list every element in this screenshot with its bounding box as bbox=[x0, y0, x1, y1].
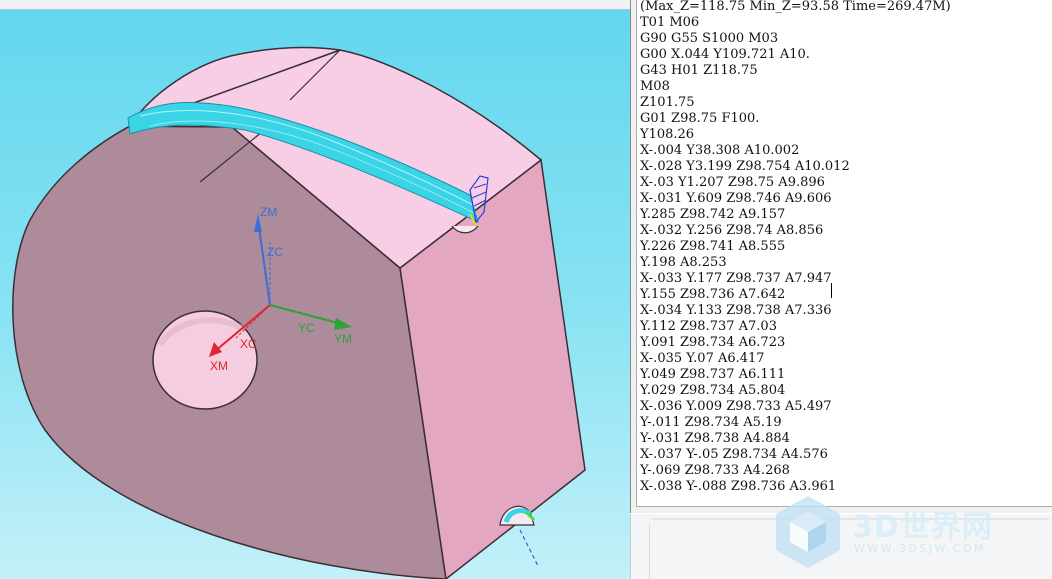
nc-code-line: X-.034 Y.133 Z98.738 A7.336 bbox=[640, 303, 832, 318]
nc-code-line: X-.032 Y.256 Z98.74 A8.856 bbox=[640, 223, 824, 238]
axis-label-zm: ZM bbox=[260, 205, 277, 219]
nc-code-line: X-.031 Y.609 Z98.746 A9.606 bbox=[640, 191, 832, 206]
nc-code-line: X-.03 Y1.207 Z98.75 A9.896 bbox=[640, 175, 825, 190]
panel-divider bbox=[649, 524, 650, 579]
nc-code-line: X-.037 Y-.05 Z98.734 A4.576 bbox=[640, 447, 828, 462]
axis-label-xc: XC bbox=[240, 337, 257, 351]
nc-code-line: Y-.069 Z98.733 A4.268 bbox=[640, 463, 790, 478]
axis-label-ym: YM bbox=[334, 332, 352, 346]
nc-code-line: (Max_Z=118.75 Min_Z=93.58 Time=269.47M) bbox=[640, 0, 951, 14]
nc-code-line: Y.029 Z98.734 A5.804 bbox=[640, 383, 786, 398]
nc-code-line: T01 M06 bbox=[640, 15, 700, 30]
nc-code-line: Z101.75 bbox=[640, 95, 695, 110]
nc-code-line: G00 X.044 Y109.721 A10. bbox=[640, 47, 810, 62]
nc-code-lines: (Max_Z=118.75 Min_Z=93.58 Time=269.47M) T… bbox=[637, 0, 1052, 495]
nc-code-line: Y.285 Z98.742 A9.157 bbox=[640, 207, 786, 222]
nc-code-line: X-.028 Y3.199 Z98.754 A10.012 bbox=[640, 159, 850, 174]
cad-3d-viewport[interactable]: ZM ZC YC YM XC XM bbox=[0, 0, 630, 579]
nc-code-window: (Max_Z=118.75 Min_Z=93.58 Time=269.47M) T… bbox=[630, 0, 1052, 513]
watermark-cube-icon bbox=[776, 496, 840, 568]
nc-code-line: Y.155 Z98.736 A7.642 bbox=[640, 287, 786, 302]
nc-code-line: Y-.031 Z98.738 A4.884 bbox=[640, 431, 790, 446]
nc-code-line: X-.036 Y.009 Z98.733 A5.497 bbox=[640, 399, 832, 414]
axis-label-yc: YC bbox=[298, 321, 315, 335]
nc-code-line: G01 Z98.75 F100. bbox=[640, 111, 760, 126]
nc-code-line: X-.004 Y38.308 A10.002 bbox=[640, 143, 800, 158]
nc-code-line: Y.198 A8.253 bbox=[640, 255, 727, 270]
site-watermark: 3D世界网 WWW.3DSJW.COM bbox=[768, 490, 1048, 570]
nc-code-line: G43 H01 Z118.75 bbox=[640, 63, 758, 78]
nc-code-line: M08 bbox=[640, 79, 670, 94]
nc-code-line: Y108.26 bbox=[640, 127, 695, 142]
nc-code-line: Y.049 Z98.737 A6.111 bbox=[640, 367, 786, 382]
nc-code-line: X-.033 Y.177 Z98.737 A7.947 bbox=[640, 271, 832, 286]
part-model-scene[interactable]: ZM ZC YC YM XC XM bbox=[0, 0, 630, 579]
axis-label-xm: XM bbox=[210, 359, 228, 373]
nc-code-line: Y.091 Z98.734 A6.723 bbox=[640, 335, 786, 350]
nc-code-line: Y.112 Z98.737 A7.03 bbox=[640, 319, 777, 334]
nc-code-text-area[interactable]: (Max_Z=118.75 Min_Z=93.58 Time=269.47M) T… bbox=[636, 0, 1052, 507]
nc-code-line: Y.226 Z98.741 A8.555 bbox=[640, 239, 786, 254]
nc-code-line: X-.035 Y.07 A6.417 bbox=[640, 351, 765, 366]
axis-label-zc: ZC bbox=[267, 245, 283, 259]
text-caret bbox=[831, 283, 832, 298]
nc-code-line: Y-.011 Z98.734 A5.19 bbox=[640, 415, 782, 430]
watermark-title: 3D世界网 bbox=[852, 510, 993, 545]
watermark-url: WWW.3DSJW.COM bbox=[854, 542, 986, 555]
nc-code-line: G90 G55 S1000 M03 bbox=[640, 31, 779, 46]
